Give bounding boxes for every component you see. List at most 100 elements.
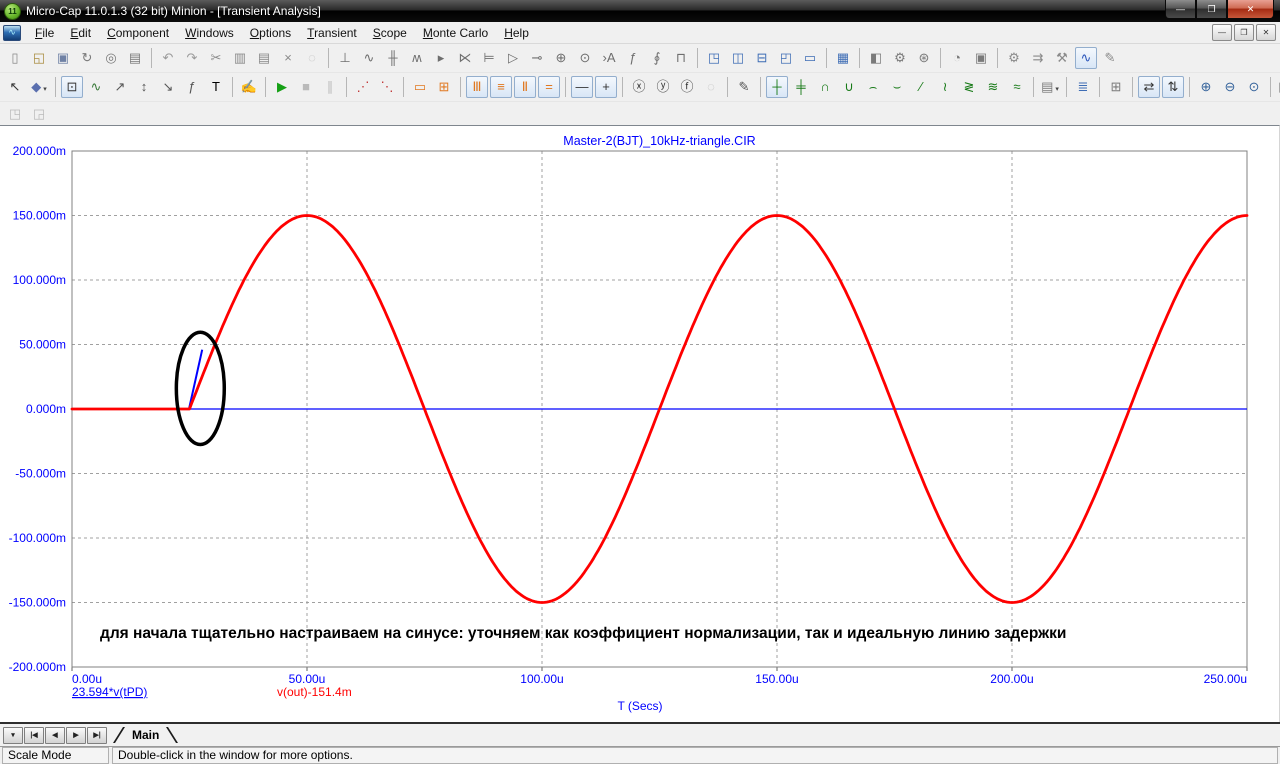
tolerances-icon[interactable]: ⋱ [376,76,398,98]
revert-circuit-icon[interactable]: ↻ [76,47,98,69]
properties-icon[interactable]: ✍ [238,76,260,98]
go-to-low-icon[interactable]: ⌣ [886,76,908,98]
tile-horizontal-icon[interactable]: ⊟ [751,47,773,69]
pan-mode-icon[interactable]: ↗ [109,76,131,98]
menu-scope[interactable]: Scope [365,24,415,42]
minimize-button[interactable]: — [1165,0,1196,19]
corner-scale-mode-icon[interactable]: ↘ [157,76,179,98]
opamp-component-icon[interactable]: ▷ [502,47,524,69]
sine-source-component-icon[interactable]: ∮ [646,47,668,69]
terminal-component-icon[interactable]: ⊸ [526,47,548,69]
zoom-out-icon[interactable]: ⊖ [1219,76,1241,98]
vertical-scale-mode-icon[interactable]: ↕ [133,76,155,98]
paste-waveform-icon[interactable]: ▤ ▾ [1039,76,1061,98]
source-component-icon[interactable]: ⊙ [574,47,596,69]
ground-component-icon[interactable]: ⊥ [334,47,356,69]
formula-scale-mode-icon[interactable]: ƒ [181,76,203,98]
menu-monte-carlo[interactable]: Monte Carlo [415,24,496,42]
go-to-global-extreme-icon[interactable]: ≷ [958,76,980,98]
y-axis-zoom-icon[interactable]: ⓨ [652,76,674,98]
plot-window[interactable]: 200.000m 150.000m 100.000m 50.000m 0.000m -50… [0,125,1280,722]
battery-component-icon[interactable]: ⊕ [550,47,572,69]
go-to-slope-icon[interactable]: ∕ [910,76,932,98]
undo-icon[interactable]: ↶ [157,47,179,69]
copy-icon[interactable]: ▥ [229,47,251,69]
overlap-windows-icon[interactable]: ◰ [775,47,797,69]
envelope-lower-icon[interactable]: ≈ [1006,76,1028,98]
numeric-output-icon[interactable]: ≣ [1072,76,1094,98]
text-mode-icon[interactable]: T [205,76,227,98]
tile-vertical-icon[interactable]: ◫ [727,47,749,69]
edit-data-icon[interactable]: ✎ [733,76,755,98]
baseline-mode-icon[interactable]: — [571,76,593,98]
menu-file[interactable]: File [27,24,62,42]
point-tags-icon[interactable]: ⊞ [433,76,455,98]
capacitor-component-icon[interactable]: ╫ [382,47,404,69]
vertical-grid-icon[interactable]: Ⅲ [466,76,488,98]
component-panel-icon[interactable]: ◧ [865,47,887,69]
analysis-tools-icon[interactable]: ⚒ [1051,47,1073,69]
maximize-window-icon[interactable]: ▭ [799,47,821,69]
print-icon[interactable]: ▤ [124,47,146,69]
minor-vertical-grid-icon[interactable]: Ⅱ [514,76,536,98]
redo-icon[interactable]: ↷ [181,47,203,69]
go-to-inflection-icon[interactable]: ≀ [934,76,956,98]
analysis-edit-icon[interactable]: ✎ [1099,47,1121,69]
zoom-mode-icon[interactable]: ⊡ [61,76,83,98]
cursor-track-icon[interactable]: ╪ [790,76,812,98]
run-simulation-icon[interactable]: ▶ [271,76,293,98]
analysis-plot-icon[interactable]: ∿ [1075,47,1097,69]
animate-mode-icon[interactable]: ◔ [946,47,968,69]
tab-main[interactable]: Main [122,727,169,744]
auto-scale-horizontal-icon[interactable]: ⇄ [1138,76,1160,98]
print-preview-icon[interactable]: ◎ [100,47,122,69]
auto-scale-vertical-icon[interactable]: ⇅ [1162,76,1184,98]
last-tab-button[interactable]: ▶| [87,726,107,744]
first-tab-button[interactable]: |◀ [24,726,44,744]
pin-text-component-icon[interactable]: ›A [598,47,620,69]
go-to-peak-icon[interactable]: ∩ [814,76,836,98]
cursor-select-icon[interactable]: ┼ [766,76,788,98]
menu-windows[interactable]: Windows [177,24,242,42]
cascade-windows-icon[interactable]: ◳ [703,47,725,69]
mdi-close-button[interactable]: ✕ [1256,24,1276,41]
open-circuit-icon[interactable]: ◱ [28,47,50,69]
x-axis-zoom-icon[interactable]: ⓧ [628,76,650,98]
transient-window-icon[interactable]: ∿ [3,24,21,41]
go-to-valley-icon[interactable]: ∪ [838,76,860,98]
calculator-icon[interactable]: ▦ [832,47,854,69]
inductor-component-icon[interactable]: ʍ [406,47,428,69]
prev-tab-button[interactable]: ◀ [45,726,65,744]
graphics-mode-icon[interactable]: ◆ ▾ [28,76,50,98]
panel-layout-icon[interactable]: ▦▾ [1276,76,1280,98]
active-window-icon[interactable]: ▣ [970,47,992,69]
zoom-100-icon[interactable]: ⊙ [1243,76,1265,98]
select-mode-icon[interactable]: ↖ [4,76,26,98]
menu-edit[interactable]: Edit [62,24,99,42]
diode-component-icon[interactable]: ▸ [430,47,452,69]
paste-icon[interactable]: ▤ [253,47,275,69]
menu-options[interactable]: Options [242,24,299,42]
go-to-high-icon[interactable]: ⌢ [862,76,884,98]
stepping-icon[interactable]: ⇉ [1027,47,1049,69]
scale-mode-icon[interactable]: ∿ [85,76,107,98]
envelope-upper-icon[interactable]: ≋ [982,76,1004,98]
delete-icon[interactable]: × [277,47,299,69]
restore-button[interactable]: ❐ [1196,0,1227,19]
cursor-crosshair-mode-icon[interactable]: + [595,76,617,98]
menu-transient[interactable]: Transient [299,24,365,42]
select-region-icon[interactable]: ▭ [409,76,431,98]
formula-component-icon[interactable]: ƒ [622,47,644,69]
bjt-component-icon[interactable]: ⋉ [454,47,476,69]
mdi-minimize-button[interactable]: — [1212,24,1232,41]
zoom-in-icon[interactable]: ⊕ [1195,76,1217,98]
tab-list-button[interactable]: ▾ [3,726,23,744]
menu-help[interactable]: Help [496,24,537,42]
minor-horizontal-grid-icon[interactable]: = [538,76,560,98]
web-update-icon[interactable]: ⊛ [913,47,935,69]
fx-axis-zoom-icon[interactable]: ⓕ [676,76,698,98]
horizontal-grid-icon[interactable]: ≡ [490,76,512,98]
transient-plot[interactable]: 200.000m 150.000m 100.000m 50.000m 0.000m -50… [0,126,1280,722]
component-editor-icon[interactable]: ⚙ [889,47,911,69]
cut-icon[interactable]: ✂ [205,47,227,69]
